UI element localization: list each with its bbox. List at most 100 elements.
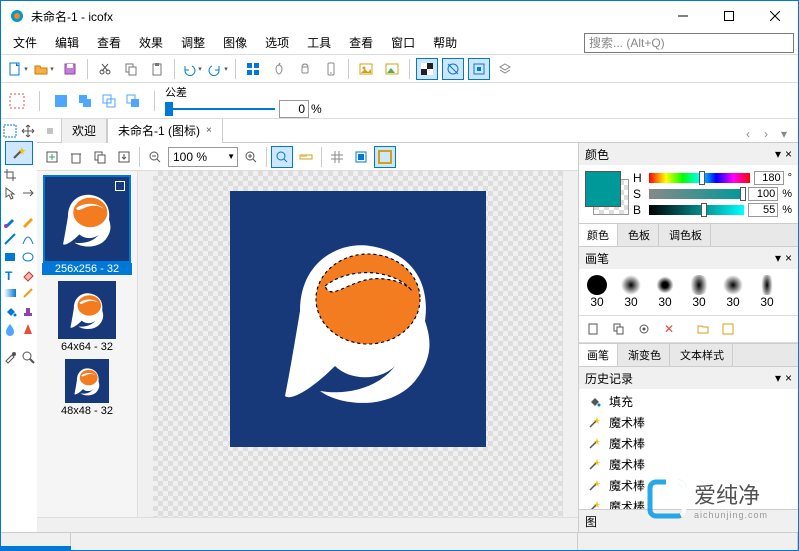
brush-preset-5[interactable]: 30 <box>753 275 781 309</box>
stamp-tool[interactable] <box>20 303 36 319</box>
color-tab-1[interactable]: 色板 <box>620 224 659 246</box>
thumb-scrollbar[interactable] <box>137 171 153 517</box>
view-ruler-button[interactable] <box>295 146 317 168</box>
hue-value[interactable]: 180 <box>754 171 784 185</box>
crop-tool[interactable] <box>2 167 18 183</box>
add-size-button[interactable] <box>41 146 63 168</box>
tab-prev-button[interactable]: ‹ <box>740 126 756 142</box>
fill-tool[interactable] <box>2 303 18 319</box>
zoom-out-button[interactable] <box>144 146 166 168</box>
brush-preset-4[interactable]: 30 <box>719 275 747 309</box>
minimize-button[interactable] <box>660 1 706 31</box>
view-grid-button[interactable] <box>326 146 348 168</box>
menu-窗口[interactable]: 窗口 <box>383 31 423 54</box>
brush-preset-3[interactable]: 30 <box>685 275 713 309</box>
wand-tool-2[interactable] <box>20 285 36 301</box>
brush-preset-0[interactable]: 30 <box>583 275 611 309</box>
size-thumb-0[interactable]: 256x256 - 32 <box>42 177 132 275</box>
bri-value[interactable]: 55 <box>748 203 778 217</box>
panel-close-icon[interactable]: × <box>785 371 792 385</box>
snap-toggle[interactable] <box>468 58 490 80</box>
arrows-icon[interactable] <box>20 185 36 201</box>
sharpen-tool[interactable] <box>20 321 36 337</box>
tab-menu-button[interactable]: ▾ <box>776 126 792 142</box>
history-item-0[interactable]: 填充 <box>579 391 798 412</box>
cut-button[interactable] <box>94 58 116 80</box>
menu-文件[interactable]: 文件 <box>5 31 45 54</box>
panel-close-icon[interactable]: × <box>785 147 792 161</box>
open-file-button[interactable] <box>33 58 55 80</box>
export-size-button[interactable] <box>113 146 135 168</box>
canvas-scrollbar-h[interactable] <box>37 517 578 532</box>
tab-1[interactable]: 未命名-1 (图标)× <box>107 119 223 143</box>
brush-new-icon[interactable] <box>583 318 605 340</box>
zoom-combo[interactable]: 100 %▼ <box>168 147 238 167</box>
brush-tool[interactable] <box>2 213 18 229</box>
menu-选项[interactable]: 选项 <box>257 31 297 54</box>
maximize-button[interactable] <box>706 1 752 31</box>
save-button[interactable] <box>59 58 81 80</box>
menu-编辑[interactable]: 编辑 <box>47 31 87 54</box>
history-item-1[interactable]: 魔术棒 <box>579 412 798 433</box>
panel-menu-icon[interactable]: ▾ <box>775 251 781 265</box>
ellipse-tool[interactable] <box>20 249 36 265</box>
tolerance-slider[interactable] <box>165 101 275 117</box>
image-tool-icon[interactable] <box>355 58 377 80</box>
hue-slider[interactable] <box>649 173 750 183</box>
tolerance-value[interactable]: 0 <box>279 100 309 118</box>
panel-menu-icon[interactable]: ▾ <box>775 147 781 161</box>
canvas-area[interactable] <box>153 171 562 517</box>
windows-icon[interactable] <box>242 58 264 80</box>
undo-button[interactable] <box>181 58 203 80</box>
view-mode-1[interactable] <box>271 146 293 168</box>
brush-preset-1[interactable]: 30 <box>617 275 645 309</box>
magic-wand-tool[interactable] <box>5 141 33 165</box>
redo-button[interactable] <box>207 58 229 80</box>
sat-value[interactable]: 100 <box>748 187 778 201</box>
blur-tool[interactable] <box>2 321 18 337</box>
mobile-icon[interactable] <box>320 58 342 80</box>
brush-delete-icon[interactable]: ✕ <box>658 318 680 340</box>
copy-size-button[interactable] <box>89 146 111 168</box>
size-thumb-2[interactable]: 48x48 - 32 <box>42 359 132 417</box>
transparency-toggle[interactable] <box>416 58 438 80</box>
history-item-5[interactable]: 魔术棒 <box>579 496 798 509</box>
brush-tab-1[interactable]: 渐变色 <box>620 344 670 366</box>
apple-icon[interactable] <box>268 58 290 80</box>
marquee-tool[interactable] <box>2 123 18 139</box>
menu-效果[interactable]: 效果 <box>131 31 171 54</box>
paste-button[interactable] <box>146 58 168 80</box>
zoom-tool[interactable] <box>20 349 36 365</box>
photo-icon[interactable] <box>381 58 403 80</box>
guides-toggle[interactable] <box>442 58 464 80</box>
menu-图像[interactable]: 图像 <box>215 31 255 54</box>
search-input[interactable]: 搜索... (Alt+Q) <box>584 33 794 53</box>
menu-查看[interactable]: 查看 <box>89 31 129 54</box>
size-thumb-1[interactable]: 64x64 - 32 <box>42 281 132 353</box>
fg-color-swatch[interactable] <box>585 171 621 207</box>
menu-帮助[interactable]: 帮助 <box>425 31 465 54</box>
layers-icon[interactable] <box>494 58 516 80</box>
eyedropper-tool[interactable] <box>2 349 18 365</box>
collapse-tabs-icon[interactable] <box>39 120 61 142</box>
brush-tab-2[interactable]: 文本样式 <box>672 344 733 366</box>
pointer-tool[interactable] <box>2 185 18 201</box>
brush-save-icon[interactable] <box>717 318 739 340</box>
pencil-tool[interactable] <box>20 213 36 229</box>
mode-subtract-icon[interactable] <box>98 90 120 112</box>
text-tool[interactable]: T <box>2 267 18 283</box>
tab-close-button[interactable]: × <box>206 125 212 136</box>
rectangle-tool[interactable] <box>2 249 18 265</box>
view-outline-button[interactable] <box>374 146 396 168</box>
panel-close-icon[interactable]: × <box>785 251 792 265</box>
curve-tool[interactable] <box>20 231 36 247</box>
canvas[interactable] <box>230 191 486 447</box>
brush-folder-icon[interactable] <box>692 318 714 340</box>
color-tab-2[interactable]: 调色板 <box>661 224 711 246</box>
menu-调整[interactable]: 调整 <box>173 31 213 54</box>
brush-settings-icon[interactable] <box>633 318 655 340</box>
history-item-3[interactable]: 魔术棒 <box>579 454 798 475</box>
brush-tab-0[interactable]: 画笔 <box>579 344 618 366</box>
gradient-tool[interactable] <box>2 285 18 301</box>
zoom-in-button[interactable] <box>240 146 262 168</box>
